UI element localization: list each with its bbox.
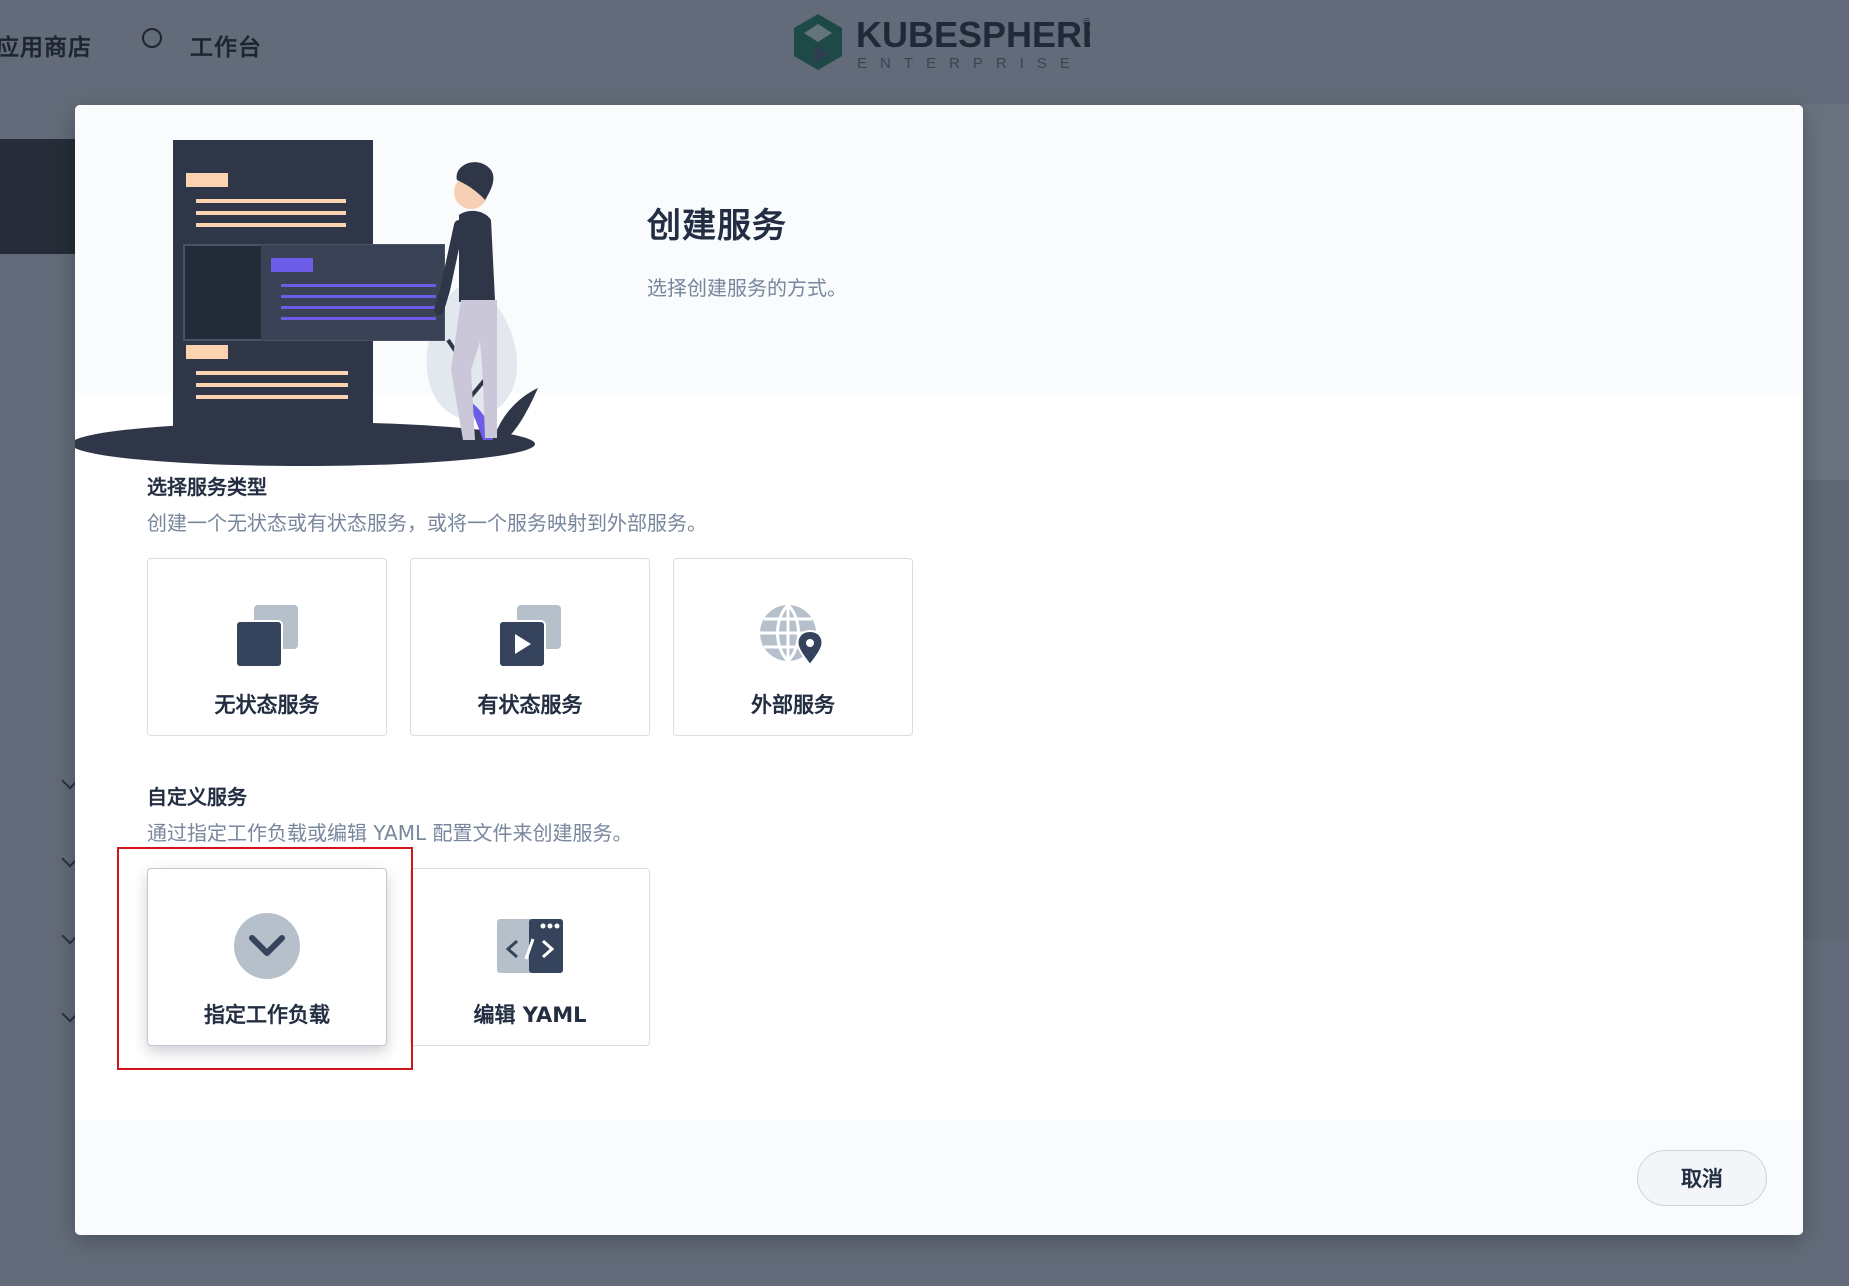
stateless-service-label: 无状态服务 <box>214 693 320 717</box>
logo-main-text: KUBESPHERE <box>856 14 1090 55</box>
specify-workload-label: 指定工作负载 <box>204 1003 330 1027</box>
stateful-service-icon <box>498 605 561 668</box>
header-illustration <box>75 140 593 474</box>
external-service-label: 外部服务 <box>751 693 835 717</box>
cancel-button[interactable]: 取消 <box>1637 1150 1767 1206</box>
specify-workload-card[interactable]: 指定工作负载 <box>147 868 387 1046</box>
background-dark-panel <box>0 139 80 254</box>
logo-sub-text: ENTERPRISE <box>857 55 1083 72</box>
chevron-down-circle-icon <box>234 913 300 979</box>
stateless-service-card[interactable]: 无状态服务 <box>147 558 387 736</box>
service-type-section-description: 创建一个无状态或有状态服务，或将一个服务映射到外部服务。 <box>147 511 707 535</box>
background-side-strip <box>1802 104 1849 489</box>
kubesphere-logo: KUBESPHERE ® ENTERPRISE <box>790 12 1106 78</box>
nav-workbench[interactable]: 工作台 <box>190 28 262 62</box>
stateful-service-label: 有状态服务 <box>477 693 583 717</box>
stateful-service-card[interactable]: 有状态服务 <box>410 558 650 736</box>
nav-app-store[interactable]: 应用商店 <box>0 28 92 62</box>
compass-icon <box>142 28 162 48</box>
stateless-service-icon <box>235 605 298 668</box>
logo-registered-mark: ® <box>1083 17 1090 29</box>
dialog-description: 选择创建服务的方式。 <box>647 276 847 300</box>
background-side-panel <box>1802 480 1849 940</box>
code-editor-icon <box>497 919 563 973</box>
create-service-dialog: 创建服务 选择创建服务的方式。 选择服务类型 创建一个无状态或有状态服务，或将一… <box>75 105 1803 1235</box>
custom-service-section-title: 自定义服务 <box>147 785 247 809</box>
edit-yaml-label: 编辑 YAML <box>473 1003 587 1027</box>
external-service-icon <box>760 603 824 667</box>
custom-service-section-description: 通过指定工作负载或编辑 YAML 配置文件来创建服务。 <box>147 821 633 845</box>
dialog-title: 创建服务 <box>647 206 787 246</box>
dialog-footer <box>75 1120 1803 1235</box>
service-type-section-title: 选择服务类型 <box>147 475 267 499</box>
top-navigation-bar: 应用商店 工作台 KUBESPHERE ® ENTERPRISE <box>0 0 1849 104</box>
edit-yaml-card[interactable]: 编辑 YAML <box>410 868 650 1046</box>
external-service-card[interactable]: 外部服务 <box>673 558 913 736</box>
